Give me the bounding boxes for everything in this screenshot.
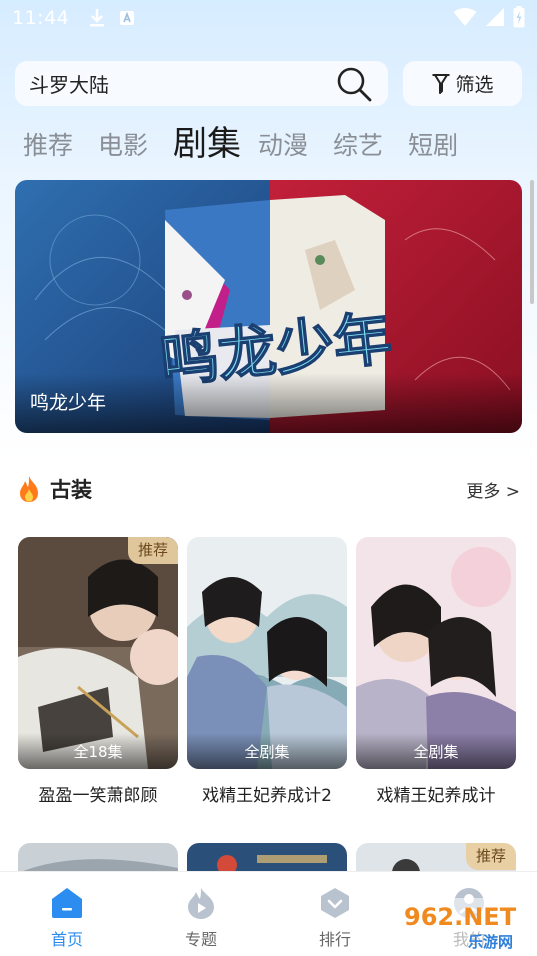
home-icon (52, 888, 82, 918)
nav-ranking[interactable]: 排行 (268, 872, 402, 956)
app-notification-icon (120, 11, 135, 25)
topic-icon (188, 888, 214, 919)
filter-icon (432, 73, 450, 94)
drama-title: 戏精王妃养成计2 (202, 786, 332, 806)
drama-poster[interactable]: 推荐 全18集 (18, 537, 178, 769)
tab-series[interactable]: 剧集 (173, 122, 241, 166)
tab-anime[interactable]: 动漫 (258, 126, 308, 166)
tab-recommend[interactable]: 推荐 (23, 126, 73, 166)
nav-topics-label: 专题 (184, 930, 217, 949)
search-icon[interactable] (334, 64, 374, 104)
drama-title: 盈盈一笑萧郎顾 (38, 786, 158, 806)
search-input[interactable]: 斗罗大陆 (15, 61, 388, 106)
nav-home-label: 首页 (50, 930, 83, 949)
drama-poster[interactable]: 全剧集 (356, 537, 516, 769)
drama-title: 戏精王妃养成计 (376, 786, 496, 806)
episode-count: 全剧集 (244, 743, 290, 761)
section-title: 古装 (50, 478, 92, 502)
banner-title: 鸣龙少年 (30, 392, 107, 414)
status-bar: 11:44 (0, 0, 537, 36)
episode-count: 全剧集 (413, 743, 459, 761)
section-header: 古装 更多 > (18, 472, 520, 506)
featured-banner[interactable]: 鸣龙少年 鸣龙少年 (15, 180, 522, 433)
filter-button[interactable]: 筛选 (403, 61, 522, 106)
svg-text:962.NET: 962.NET (404, 903, 517, 931)
status-time: 11:44 (12, 7, 70, 29)
scrollbar[interactable] (530, 180, 534, 304)
recommend-badge: 推荐 (465, 843, 516, 870)
tab-variety[interactable]: 综艺 (333, 126, 383, 166)
nav-ranking-label: 排行 (318, 930, 351, 949)
battery-icon (513, 6, 525, 28)
search-query: 斗罗大陆 (29, 73, 109, 97)
drama-card[interactable]: 全剧集 戏精王妃养成计2 (187, 537, 347, 806)
filter-label: 筛选 (455, 74, 494, 96)
recommend-badge: 推荐 (127, 537, 178, 564)
site-watermark-logo: 962.NET 乐游网 (398, 898, 532, 952)
svg-text:乐游网: 乐游网 (468, 933, 513, 951)
tab-movies[interactable]: 电影 (98, 126, 148, 166)
wifi-icon (453, 8, 477, 26)
tab-short-drama[interactable]: 短剧 (408, 126, 458, 166)
category-tabs: 推荐 电影 剧集 动漫 综艺 短剧 (23, 120, 483, 166)
episode-count: 全18集 (73, 743, 123, 761)
drama-poster[interactable]: 全剧集 (187, 537, 347, 769)
download-icon (90, 9, 105, 27)
fire-icon (20, 476, 38, 502)
more-link[interactable]: 更多 > (466, 477, 520, 502)
drama-card[interactable]: 推荐 全18集 盈盈一笑萧郎顾 (18, 537, 178, 806)
signal-icon (486, 8, 504, 26)
nav-home[interactable]: 首页 (0, 872, 134, 956)
ranking-icon (321, 888, 349, 918)
drama-card[interactable]: 全剧集 戏精王妃养成计 (356, 537, 516, 806)
nav-topics[interactable]: 专题 (134, 872, 268, 956)
